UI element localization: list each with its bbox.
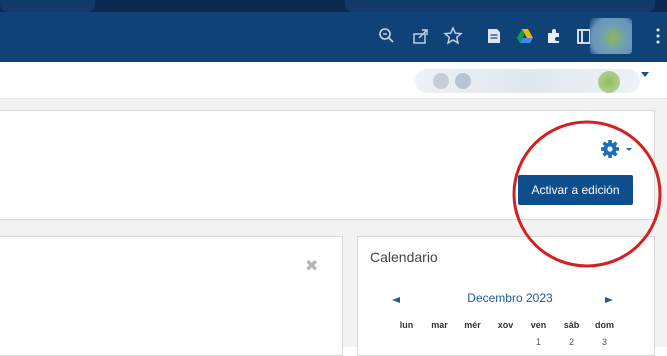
weekday-label: lun <box>399 320 414 330</box>
zoom-icon[interactable] <box>377 26 397 46</box>
calendar-weekday-header: lun mar mér xov ven sáb dom <box>390 320 621 330</box>
calendar-day <box>390 337 423 347</box>
calendar-day[interactable]: 2 <box>555 337 588 347</box>
weekday-label: xov <box>497 320 514 330</box>
share-icon[interactable] <box>411 26 431 46</box>
site-navbar <box>0 62 667 99</box>
calendar-day <box>489 337 522 347</box>
close-icon[interactable]: ✖ <box>305 259 318 275</box>
calendar-week-row: 1 2 3 <box>390 337 621 347</box>
drive-extension-icon[interactable] <box>515 26 535 46</box>
browser-tab[interactable] <box>345 0 655 12</box>
extensions-puzzle-icon[interactable] <box>544 26 564 46</box>
browser-toolbar <box>0 12 667 62</box>
docs-extension-icon[interactable] <box>484 26 504 46</box>
messages-icon[interactable] <box>455 73 471 89</box>
chevron-down-icon <box>626 148 632 151</box>
calendar-next-month-icon[interactable] <box>605 297 613 303</box>
weekday-label: mér <box>464 320 481 330</box>
weekday-label: sáb <box>563 320 580 330</box>
enable-editing-button[interactable]: Activar a edición <box>518 175 633 205</box>
calendar-month-link[interactable]: Decembro 2023 <box>440 291 580 305</box>
calendar-day[interactable]: 1 <box>522 337 555 347</box>
user-avatar[interactable] <box>598 71 620 93</box>
weekday-label: mar <box>431 320 448 330</box>
weekday-label: ven <box>530 320 547 330</box>
browser-tab-strip <box>0 0 667 12</box>
calendar-day <box>423 337 456 347</box>
calendar-day <box>456 337 489 347</box>
gear-icon[interactable] <box>600 139 640 159</box>
profile-avatar[interactable] <box>590 18 632 54</box>
settings-menu[interactable] <box>600 139 640 159</box>
main-content-card <box>0 236 343 356</box>
bookmark-star-icon[interactable] <box>443 26 463 46</box>
weekday-label: dom <box>595 320 614 330</box>
calendar-prev-month-icon[interactable] <box>392 297 400 303</box>
calendar-day[interactable]: 3 <box>588 337 621 347</box>
user-menu-caret-icon[interactable] <box>641 72 649 77</box>
browser-tab[interactable] <box>0 0 95 12</box>
notification-icon[interactable] <box>433 73 449 89</box>
kebab-menu-icon[interactable] <box>648 26 667 46</box>
calendar-title: Calendario <box>370 249 438 265</box>
